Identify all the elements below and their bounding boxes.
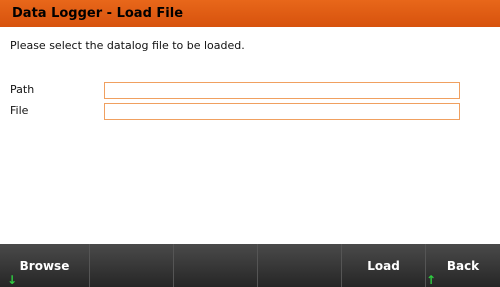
instruction-text: Please select the datalog file to be loa… [10, 39, 245, 52]
back-label: Back [446, 259, 480, 273]
title-bar: Data Logger - Load File [0, 0, 500, 27]
browse-label: Browse [19, 259, 70, 273]
arrow-up-icon: ↑ [426, 273, 437, 287]
arrow-down-icon: ↓ [7, 273, 18, 287]
path-field[interactable] [104, 82, 460, 99]
page-title: Data Logger - Load File [12, 6, 184, 21]
softkey-bar: Browse ↓ Load Back ↑ [0, 244, 500, 287]
path-label: Path [10, 83, 35, 96]
browse-button[interactable]: Browse ↓ [0, 244, 90, 287]
file-label: File [10, 104, 29, 117]
load-button[interactable]: Load [342, 244, 426, 287]
load-label: Load [367, 259, 400, 273]
softkey-2[interactable] [90, 244, 174, 287]
back-button[interactable]: Back ↑ [426, 244, 500, 287]
file-field[interactable] [104, 103, 460, 120]
softkey-3[interactable] [174, 244, 258, 287]
softkey-4[interactable] [258, 244, 342, 287]
